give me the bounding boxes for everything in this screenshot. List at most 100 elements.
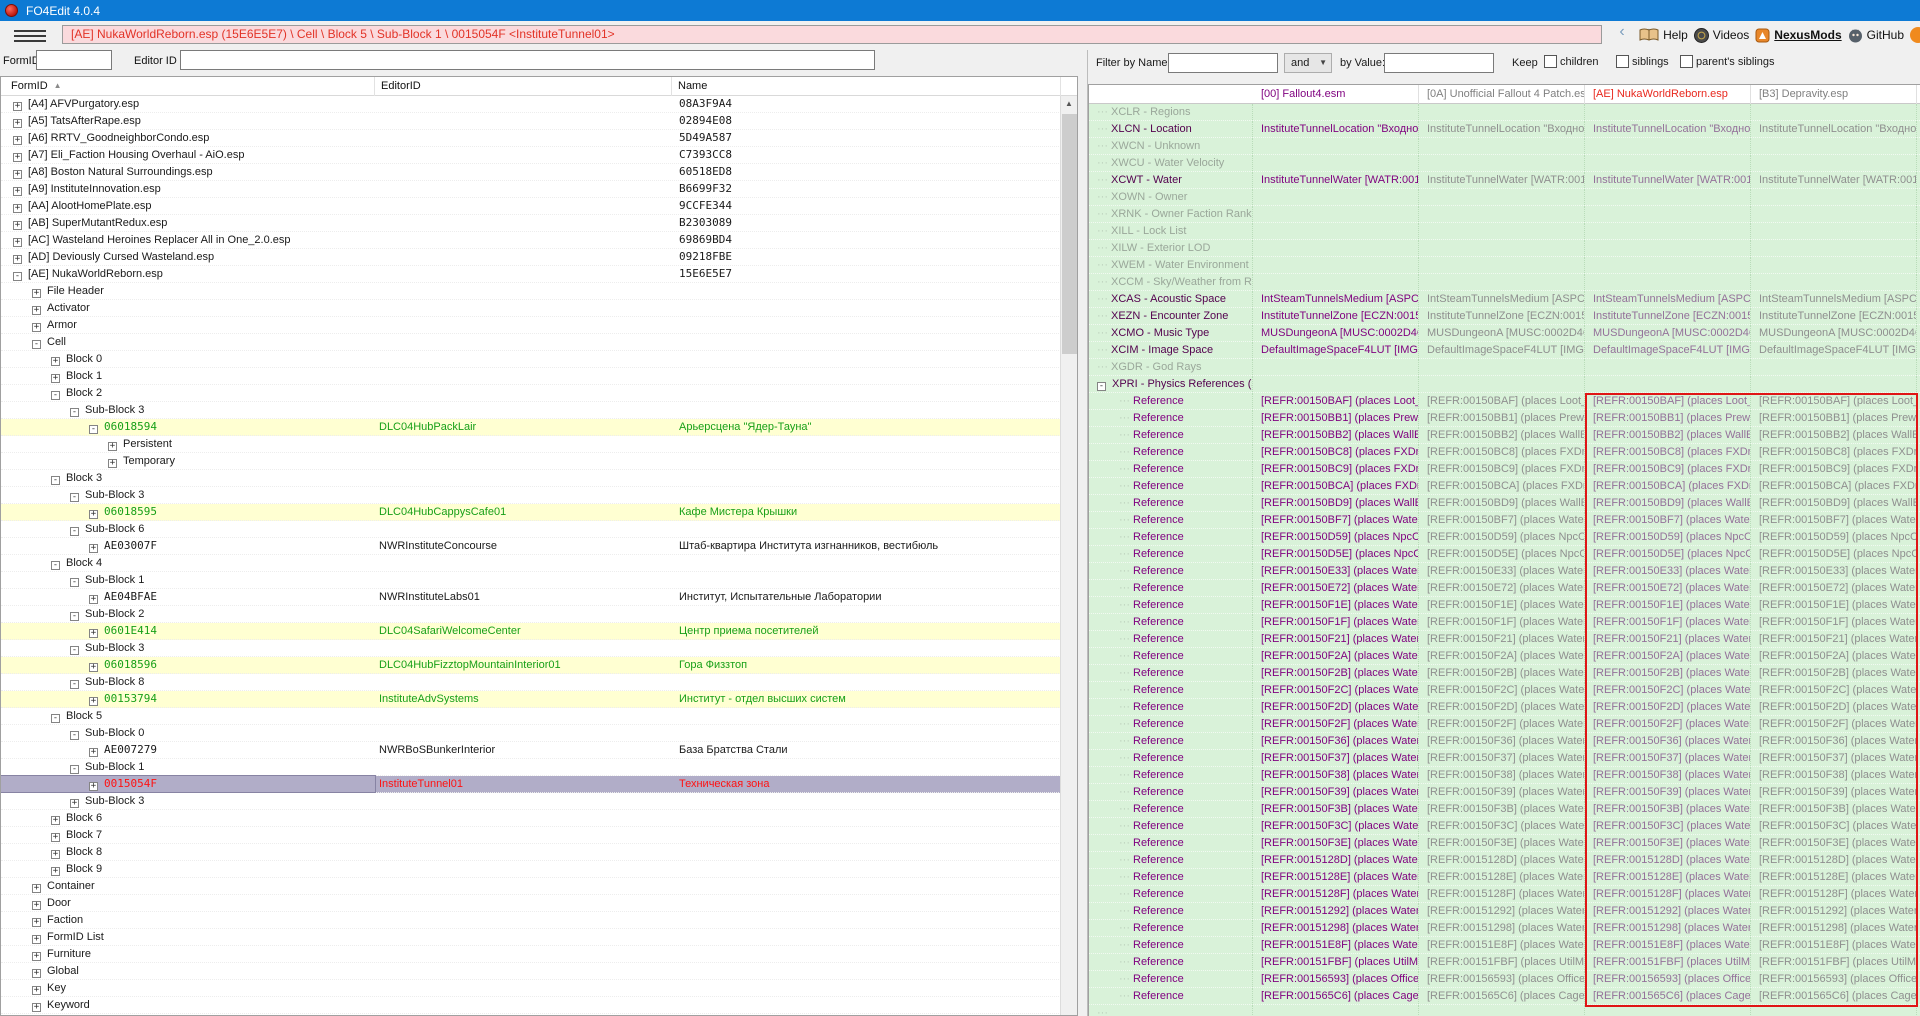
grid-row-label[interactable]: ···Reference — [1089, 852, 1253, 868]
tree-row[interactable]: +Temporary — [1, 453, 1061, 470]
grid-row[interactable]: ···Reference[REFR:00150F2D] (places Wate… — [1089, 699, 1920, 716]
tree-row[interactable]: -Sub-Block 3 — [1, 487, 1061, 504]
grid-cell[interactable] — [1419, 189, 1585, 205]
grid-column-header[interactable]: [B3] Depravity.esp — [1751, 85, 1917, 104]
grid-cell[interactable]: [REFR:00151292] (places Water10... — [1253, 903, 1419, 919]
grid-row[interactable]: ···Reference[REFR:00150F21] (places Wate… — [1089, 631, 1920, 648]
grid-cell[interactable]: [REFR:00156593] (places OfficeD... — [1751, 971, 1917, 987]
tree-row[interactable]: +Block 8 — [1, 844, 1061, 861]
grid-row-label[interactable]: ···Reference — [1089, 512, 1253, 528]
tree-row[interactable]: -Block 3 — [1, 470, 1061, 487]
grid-cell[interactable]: [REFR:00150F21] (places Water10... — [1419, 631, 1585, 647]
tree-row[interactable]: +Block 9 — [1, 861, 1061, 878]
grid-row[interactable]: ···Reference[REFR:00151292] (places Wate… — [1089, 903, 1920, 920]
grid-cell[interactable] — [1585, 1005, 1751, 1016]
grid-cell[interactable]: [REFR:00150F1E] (places Water10... — [1253, 597, 1419, 613]
collapse-icon[interactable]: - — [70, 646, 79, 655]
grid-row[interactable]: ···XOWN - Owner — [1089, 189, 1920, 206]
grid-cell[interactable] — [1253, 359, 1419, 375]
grid-cell[interactable]: [REFR:00150F3E] (places Water10... — [1585, 835, 1751, 851]
grid-cell[interactable]: [REFR:00150BC9] (places FXDrips... — [1751, 461, 1917, 477]
expand-icon[interactable]: + — [32, 986, 41, 995]
grid-cell[interactable]: [REFR:00151298] (places Water10... — [1751, 920, 1917, 936]
grid-column-header[interactable]: [AE] NukaWorldReborn.esp — [1585, 85, 1751, 104]
grid-cell[interactable]: [REFR:001565C6] (places CageBu... — [1253, 988, 1419, 1004]
grid-row-label[interactable]: ···Reference — [1089, 495, 1253, 511]
grid-cell[interactable]: InstituteTunnelLocation "Входно... — [1751, 121, 1917, 137]
grid-cell[interactable]: [REFR:0015128E] (places Water10... — [1253, 869, 1419, 885]
grid-row[interactable]: ···Reference[REFR:00151298] (places Wate… — [1089, 920, 1920, 937]
grid-cell[interactable]: [REFR:001565C6] (places CageBu... — [1419, 988, 1585, 1004]
grid-cell[interactable]: [REFR:00150F37] (places Water10... — [1419, 750, 1585, 766]
grid-cell[interactable]: [REFR:00151E8F] (places Water10... — [1253, 937, 1419, 953]
grid-cell[interactable] — [1585, 104, 1751, 120]
grid-cell[interactable] — [1585, 223, 1751, 239]
grid-cell[interactable]: DefaultImageSpaceF4LUT [IMGS:... — [1419, 342, 1585, 358]
grid-row[interactable]: ···XCCM - Sky/Weather from R... — [1089, 274, 1920, 291]
grid-cell[interactable] — [1419, 1005, 1585, 1016]
grid-cell[interactable]: [REFR:00151FBF] (places UtilMet... — [1419, 954, 1585, 970]
grid-row-label[interactable]: ···Reference — [1089, 682, 1253, 698]
grid-cell[interactable]: [REFR:00150F36] (places Water10... — [1253, 733, 1419, 749]
grid-row[interactable]: ···XILL - Lock List — [1089, 223, 1920, 240]
grid-cell[interactable]: InstituteTunnelWater [WATR:001... — [1585, 172, 1751, 188]
grid-cell[interactable]: [REFR:00150F38] (places Water10... — [1253, 767, 1419, 783]
filter-name-input[interactable] — [1168, 53, 1278, 73]
grid-row-label[interactable]: ···Reference — [1089, 767, 1253, 783]
grid-cell[interactable] — [1585, 274, 1751, 290]
grid-cell[interactable] — [1751, 274, 1917, 290]
grid-cell[interactable]: [REFR:00156593] (places OfficeD... — [1585, 971, 1751, 987]
grid-cell[interactable]: InstituteTunnelLocation "Входно... — [1419, 121, 1585, 137]
grid-row[interactable]: ···XLCN - Location InstituteTunnelLocatio… — [1089, 121, 1920, 138]
expand-icon[interactable]: + — [13, 119, 22, 128]
grid-cell[interactable]: [REFR:00150F38] (places Water10... — [1751, 767, 1917, 783]
grid-cell[interactable]: [REFR:00150D5E] (places NpcCha... — [1419, 546, 1585, 562]
tree-row[interactable]: +AE007279NWRBoSBunkerInteriorБаза Братст… — [1, 742, 1061, 759]
grid-row-label[interactable]: ···XCIM - Image Space — [1089, 342, 1253, 358]
grid-cell[interactable]: [REFR:00150BB1] (places Prewar_... — [1419, 410, 1585, 426]
grid-row[interactable]: ···Reference[REFR:00150BAF] (places Loot… — [1089, 393, 1920, 410]
expand-icon[interactable]: + — [89, 510, 98, 519]
grid-cell[interactable]: InstituteTunnelZone [ECZN:0015... — [1253, 308, 1419, 324]
expand-icon[interactable]: + — [51, 850, 60, 859]
grid-row[interactable]: ···Reference[REFR:00150F2F] (places Wate… — [1089, 716, 1920, 733]
editorid-input[interactable] — [180, 50, 875, 70]
grid-cell[interactable] — [1419, 376, 1585, 392]
tree-row[interactable]: +[A7] Eli_Faction Housing Overhaul - AiO… — [1, 147, 1061, 164]
grid-row-label[interactable]: ···Reference — [1089, 886, 1253, 902]
collapse-icon[interactable]: - — [51, 561, 60, 570]
grid-row-label[interactable]: ···XCWT - Water — [1089, 172, 1253, 188]
grid-row[interactable]: ···Reference[REFR:00151FBF] (places Util… — [1089, 954, 1920, 971]
grid-row-label[interactable]: ···Reference — [1089, 988, 1253, 1004]
grid-row[interactable]: ···XWCU - Water Velocity — [1089, 155, 1920, 172]
collapse-icon[interactable]: - — [51, 476, 60, 485]
menu-button[interactable] — [14, 27, 46, 44]
grid-row[interactable]: ···Reference[REFR:00150F39] (places Wate… — [1089, 784, 1920, 801]
tree-row[interactable]: +[A5] TatsAfterRape.esp02894E08 — [1, 113, 1061, 130]
column-header-name[interactable]: Name — [672, 77, 1061, 96]
grid-row[interactable]: ···XWCN - Unknown — [1089, 138, 1920, 155]
grid-cell[interactable]: [REFR:00150BD9] (places WallEm... — [1419, 495, 1585, 511]
expand-icon[interactable]: + — [32, 952, 41, 961]
grid-row[interactable]: ···Reference[REFR:00151E8F] (places Wate… — [1089, 937, 1920, 954]
grid-cell[interactable]: [REFR:00150F3C] (places Water10... — [1419, 818, 1585, 834]
tree-row[interactable]: +06018596DLC04HubFizztopMountainInterior… — [1, 657, 1061, 674]
tree-row[interactable]: +00153794InstituteAdvSystemsИнститут - о… — [1, 691, 1061, 708]
collapse-icon[interactable]: - — [1097, 382, 1106, 391]
checkbox-icon[interactable] — [1616, 55, 1629, 68]
grid-cell[interactable]: [REFR:00150F39] (places Water10... — [1751, 784, 1917, 800]
grid-cell[interactable]: [REFR:00150F36] (places Water10... — [1751, 733, 1917, 749]
grid-row-label[interactable]: ···Reference — [1089, 869, 1253, 885]
expand-icon[interactable]: + — [51, 867, 60, 876]
grid-row[interactable]: ···XCLR - Regions — [1089, 104, 1920, 121]
grid-cell[interactable]: [REFR:00150E33] (places Water10... — [1419, 563, 1585, 579]
grid-cell[interactable]: [REFR:00150F3C] (places Water10... — [1253, 818, 1419, 834]
collapse-icon[interactable]: - — [70, 408, 79, 417]
grid-cell[interactable] — [1585, 189, 1751, 205]
grid-row[interactable]: ···Reference[REFR:0015128F] (places Wate… — [1089, 886, 1920, 903]
link-help[interactable]: Help — [1639, 28, 1688, 42]
grid-row-label[interactable]: ···Reference — [1089, 699, 1253, 715]
grid-row-label[interactable]: ···XLCN - Location — [1089, 121, 1253, 137]
grid-cell[interactable]: [REFR:00150F3B] (places Water10... — [1419, 801, 1585, 817]
grid-row[interactable]: ···Reference[REFR:00150BC9] (places FXDr… — [1089, 461, 1920, 478]
